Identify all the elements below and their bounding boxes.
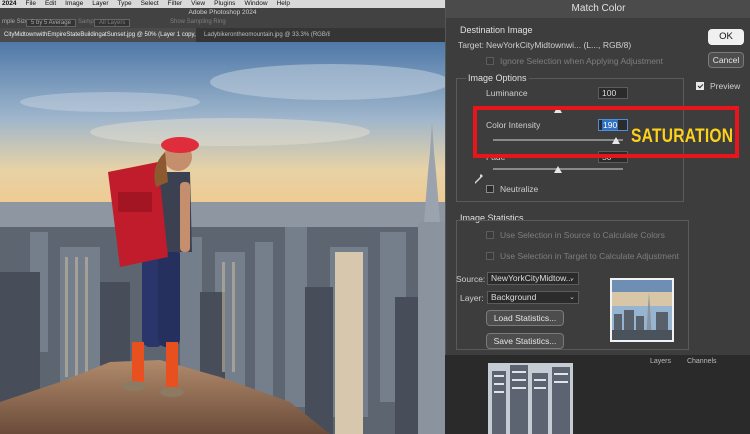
ignore-selection-label: Ignore Selection when Applying Adjustmen…: [500, 56, 664, 66]
cancel-button[interactable]: Cancel: [708, 52, 744, 68]
doc-tab-active[interactable]: CityMidtownwithEmpireStateBuildingatSuns…: [0, 28, 196, 42]
image-options-heading: Image Options: [466, 73, 529, 83]
app-window-title: Adobe Photoshop 2024: [188, 9, 257, 16]
city-strip-thumbnail: [488, 363, 573, 434]
dialog-title: Match Color: [446, 0, 750, 18]
tab-channels[interactable]: Channels: [687, 358, 717, 365]
target-label: Target:: [458, 40, 484, 50]
saturation-annotation: SATURATION: [631, 126, 734, 147]
use-selection-target-label: Use Selection in Target to Calculate Adj…: [500, 251, 679, 261]
save-statistics-button[interactable]: Save Statistics...: [486, 333, 564, 349]
source-value: NewYorkCityMidtow...: [491, 273, 573, 283]
use-selection-target-checkbox[interactable]: [486, 252, 494, 260]
panel-tabs: Layers Channels: [650, 358, 731, 365]
neutralize-label: Neutralize: [500, 184, 539, 194]
menu-type[interactable]: Type: [118, 0, 132, 8]
menu-window[interactable]: Window: [244, 0, 267, 8]
sample-size-select[interactable]: 5 by 5 Average: [26, 19, 76, 27]
use-selection-source-label: Use Selection in Source to Calculate Col…: [500, 230, 665, 240]
photo-illustration: [0, 42, 445, 434]
destination-heading: Destination Image: [460, 25, 533, 35]
menu-edit[interactable]: Edit: [45, 0, 56, 8]
menu-file[interactable]: File: [25, 0, 35, 8]
luminance-label: Luminance: [486, 88, 528, 98]
layer-value: Background: [491, 292, 537, 302]
layer-label: Layer:: [460, 293, 484, 303]
eyedropper-icon[interactable]: [474, 173, 484, 185]
target-value: NewYorkCityMidtownwi... (L..., RGB/8): [486, 40, 632, 50]
load-statistics-button[interactable]: Load Statistics...: [486, 310, 564, 326]
luminance-input[interactable]: 100: [598, 87, 628, 99]
source-thumbnail: [610, 278, 674, 342]
layer-select[interactable]: Background ⌄: [487, 291, 579, 304]
source-select[interactable]: NewYorkCityMidtow... ⌄: [487, 272, 579, 285]
menu-help[interactable]: Help: [277, 0, 290, 8]
doc-tab-second[interactable]: Ladybikerontheomountain.jpg @ 33.3% (RGB…: [200, 28, 330, 42]
menu-plugins[interactable]: Plugins: [214, 0, 235, 8]
tab-layers[interactable]: Layers: [650, 358, 671, 365]
use-selection-source-checkbox[interactable]: [486, 231, 494, 239]
menu-filter[interactable]: Filter: [168, 0, 182, 8]
match-color-dialog: Match Color Destination Image Target: Ne…: [445, 0, 750, 355]
menu-select[interactable]: Select: [141, 0, 159, 8]
show-sampling-ring[interactable]: Show Sampling Ring: [170, 19, 226, 25]
document-tabs: CityMidtownwithEmpireStateBuildingatSuns…: [0, 28, 445, 42]
document-canvas[interactable]: [0, 42, 445, 434]
chevron-down-icon: ⌄: [569, 275, 575, 282]
sample-select[interactable]: All Layers: [94, 19, 131, 27]
preview-checkbox[interactable]: [696, 82, 704, 90]
ignore-selection-checkbox[interactable]: [486, 57, 494, 65]
neutralize-checkbox[interactable]: [486, 185, 494, 193]
menu-layer[interactable]: Layer: [92, 0, 108, 8]
options-bar: Adobe Photoshop 2024 mple Size: 5 by 5 A…: [0, 8, 445, 28]
fade-slider-thumb[interactable]: [554, 166, 562, 173]
ok-button[interactable]: OK: [708, 29, 744, 45]
source-label: Source:: [456, 274, 486, 284]
menu-image[interactable]: Image: [65, 0, 83, 8]
chevron-down-icon: ⌄: [569, 294, 575, 301]
menu-view[interactable]: View: [191, 0, 205, 8]
preview-label: Preview: [710, 81, 741, 91]
app-name: 2024: [2, 0, 17, 7]
